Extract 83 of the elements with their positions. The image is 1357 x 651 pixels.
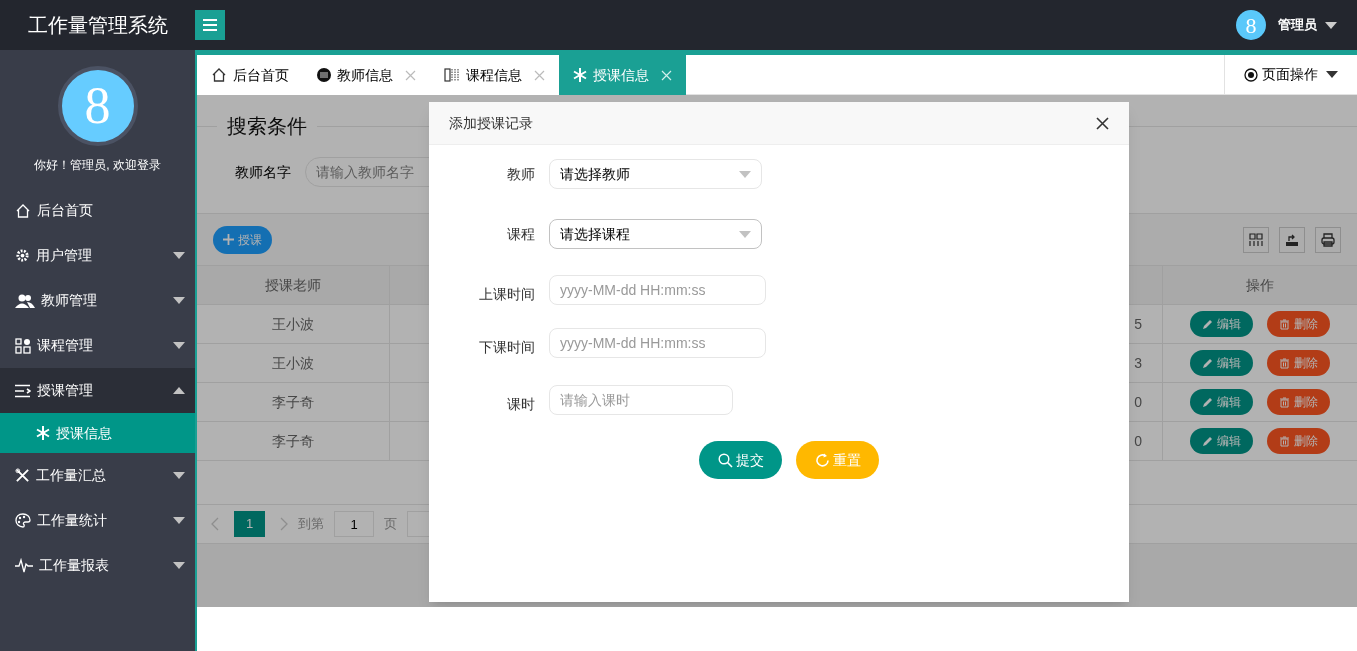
table-cell-text: 3 — [1134, 353, 1142, 373]
caret-icon — [739, 230, 751, 238]
caret-icon — [173, 342, 185, 349]
trash-icon — [1279, 318, 1290, 330]
trash-icon — [1279, 396, 1290, 408]
form-label: 教师 — [507, 166, 535, 182]
table-cell-text: 5 — [1134, 314, 1142, 334]
sidebar-subitem[interactable]: 授课信息 — [0, 413, 195, 453]
caret-icon — [173, 517, 185, 524]
snowflake-icon — [36, 426, 50, 440]
search-icon — [717, 452, 733, 468]
snowflake-icon — [573, 68, 587, 82]
pencil-icon — [1202, 357, 1213, 369]
field-label: 教师名字 — [235, 162, 291, 182]
caret-icon — [739, 170, 751, 178]
list-icon — [15, 383, 31, 398]
sidebar-item[interactable]: 用户管理 — [0, 233, 195, 278]
app-title: 工作量管理系统 — [27, 13, 168, 38]
dialog-title: 添加授课记录 — [449, 113, 534, 133]
pulse-icon — [15, 558, 33, 573]
home-icon — [211, 67, 227, 83]
submit-button[interactable]: 提交 — [699, 441, 782, 479]
sidebar-item[interactable]: 工作量报表 — [0, 543, 195, 588]
sidebar-item[interactable]: 授课管理 — [0, 368, 195, 413]
table-cell-text: 李子奇 — [272, 431, 314, 451]
profile-avatar: 8 — [57, 66, 138, 146]
form-label: 下课时间 — [479, 339, 535, 355]
close-icon[interactable] — [1096, 116, 1109, 130]
pencil-icon — [1202, 396, 1213, 408]
menu-icon — [203, 19, 217, 31]
caret-icon — [173, 252, 185, 259]
text-field[interactable]: 请输入课时 — [549, 385, 733, 415]
page-input[interactable]: 1 — [334, 511, 374, 537]
page-actions-menu[interactable]: 页面操作 — [1224, 55, 1357, 94]
column-header: 操作 — [1246, 275, 1274, 295]
greeting-text: 你好！管理员, 欢迎登录 — [34, 157, 161, 174]
select-field[interactable]: 请选择课程 — [549, 219, 762, 249]
form-label: 课程 — [507, 226, 535, 242]
refresh-icon — [814, 452, 830, 468]
text-field[interactable]: yyyy-MM-dd HH:mm:ss — [549, 328, 766, 358]
goto-label: 到第 — [298, 515, 324, 534]
table-cell-text: 0 — [1134, 392, 1142, 412]
text-field[interactable]: yyyy-MM-dd HH:mm:ss — [549, 275, 766, 305]
form-label: 上课时间 — [479, 286, 535, 302]
caret-icon — [1326, 71, 1338, 78]
table-cell-text: 李子奇 — [272, 392, 314, 412]
table-cell-text: 王小波 — [272, 353, 314, 373]
sidebar-item[interactable]: 后台首页 — [0, 188, 195, 233]
gear-icon — [15, 248, 30, 263]
column-header: 授课老师 — [265, 275, 321, 295]
pencil-icon — [1202, 318, 1213, 330]
caret-icon — [173, 297, 185, 304]
form-label: 课时 — [507, 396, 535, 412]
sidebar-item[interactable]: 教师管理 — [0, 278, 195, 323]
trash-icon — [1279, 435, 1290, 447]
palette-icon — [15, 513, 31, 528]
select-field[interactable]: 请选择教师 — [549, 159, 762, 189]
page-unit-label: 页 — [384, 515, 397, 534]
users-icon — [15, 292, 35, 309]
section-legend: 搜索条件 — [217, 111, 317, 141]
caret-icon — [173, 387, 185, 394]
caret-icon — [173, 562, 185, 569]
trash-icon — [1279, 357, 1290, 369]
caret-icon — [173, 472, 185, 479]
menu-button[interactable] — [195, 10, 225, 40]
sidebar-item[interactable]: 工作量统计 — [0, 498, 195, 543]
home-icon — [15, 202, 31, 219]
radio-icon — [1244, 67, 1258, 82]
sidebar-item[interactable]: 工作量汇总 — [0, 453, 195, 498]
columns-button[interactable] — [1243, 226, 1269, 253]
caret-icon — [1325, 21, 1337, 29]
print-icon — [1320, 231, 1336, 248]
columns-icon — [1248, 231, 1264, 248]
print-button[interactable] — [1315, 226, 1341, 253]
table-cell-text: 0 — [1134, 431, 1142, 451]
sidebar-item[interactable]: 课程管理 — [0, 323, 195, 368]
grid-icon — [15, 337, 31, 354]
plus-icon — [223, 234, 234, 245]
table-cell-text: 王小波 — [272, 314, 314, 334]
circle-icon — [317, 68, 331, 82]
pencil-icon — [1202, 435, 1213, 447]
user-menu[interactable]: 管理员 — [1278, 15, 1337, 35]
export-button[interactable] — [1279, 226, 1305, 253]
